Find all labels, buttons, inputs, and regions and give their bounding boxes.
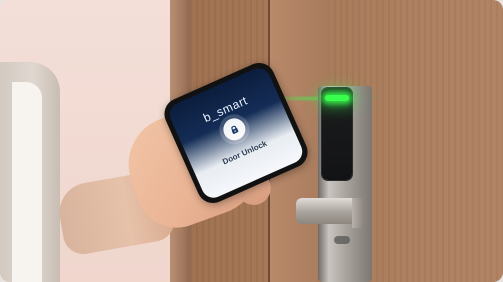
- smart-lock-face: [322, 88, 352, 180]
- unlock-label: Door Unlock: [221, 138, 269, 167]
- lock-led-indicator: [325, 95, 349, 101]
- sleeve-inner: [12, 82, 42, 282]
- photo-frame: b_smart Door Unlock: [0, 0, 503, 282]
- door-handle: [296, 198, 358, 224]
- lock-keyhole: [334, 236, 350, 244]
- door-handle-tip: [352, 198, 364, 228]
